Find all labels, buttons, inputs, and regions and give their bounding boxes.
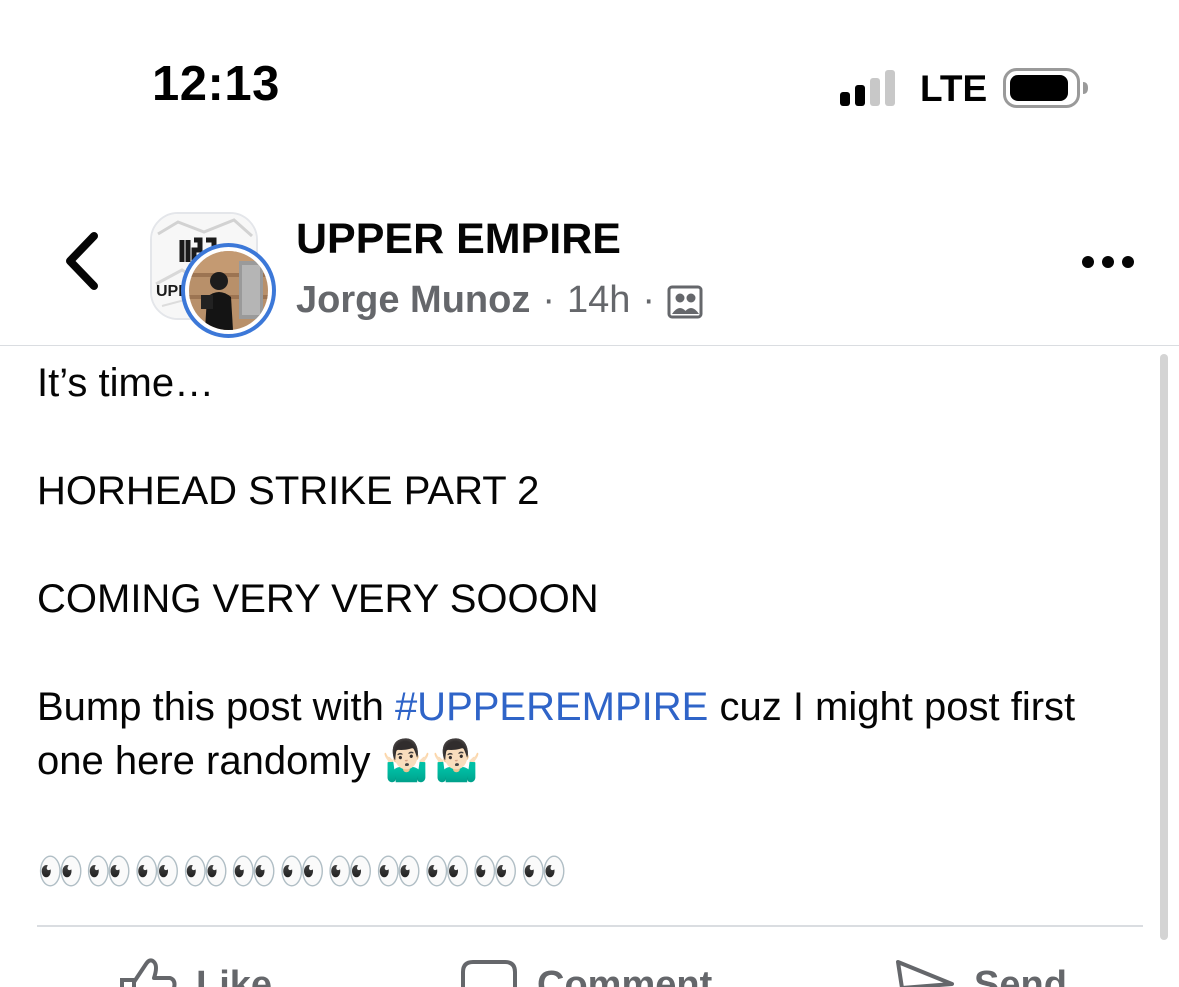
post-line-text: Bump this post with (37, 685, 395, 729)
post-line: It’s time… (37, 361, 215, 405)
comment-button[interactable]: Comment (459, 958, 712, 987)
network-type: LTE (920, 68, 988, 109)
post-text: It’s time… HORHEAD STRIKE PART 2 COMING … (37, 356, 1147, 890)
like-label: Like (196, 964, 273, 987)
signal-icon (840, 70, 895, 106)
post-meta: Jorge Munoz · 14h · (296, 278, 703, 324)
hashtag-link[interactable]: #UPPEREMPIRE (395, 685, 708, 729)
actions-divider (37, 925, 1143, 927)
meta-separator: · (642, 279, 656, 321)
scrollbar[interactable] (1160, 354, 1168, 940)
like-button[interactable]: Like (118, 958, 272, 987)
post-line: Bump this post with #UPPEREMPIRE cuz I m… (37, 680, 1147, 788)
send-arrow-icon (896, 960, 954, 987)
header-divider (0, 345, 1179, 346)
group-name[interactable]: UPPER EMPIRE (296, 215, 621, 263)
thumbs-up-icon (120, 958, 177, 987)
post-line: COMING VERY VERY SOOON (37, 577, 599, 621)
send-button[interactable]: Send (894, 958, 1067, 987)
send-label: Send (974, 964, 1067, 987)
eyes-emoji-row: 👀👀👀👀👀👀👀👀👀👀👀 (37, 849, 569, 893)
author-name[interactable]: Jorge Munoz (296, 278, 530, 324)
post-timestamp[interactable]: 14h (567, 278, 630, 324)
user-avatar[interactable] (181, 243, 276, 338)
back-chevron-icon[interactable] (58, 230, 108, 292)
user-photo-icon (189, 251, 268, 330)
comment-label: Comment (537, 964, 713, 987)
comment-bubble-icon (461, 960, 517, 987)
status-time: 12:13 (152, 57, 280, 111)
post-line: HORHEAD STRIKE PART 2 (37, 469, 540, 513)
audience-group-icon (667, 285, 703, 319)
facebook-post-screen: 12:13 LTE UPP UPPER EMPIRE Jorge Munoz ·… (0, 0, 1179, 987)
more-options-icon[interactable] (1080, 250, 1136, 274)
meta-separator: · (542, 279, 555, 321)
battery-icon (1003, 68, 1088, 108)
